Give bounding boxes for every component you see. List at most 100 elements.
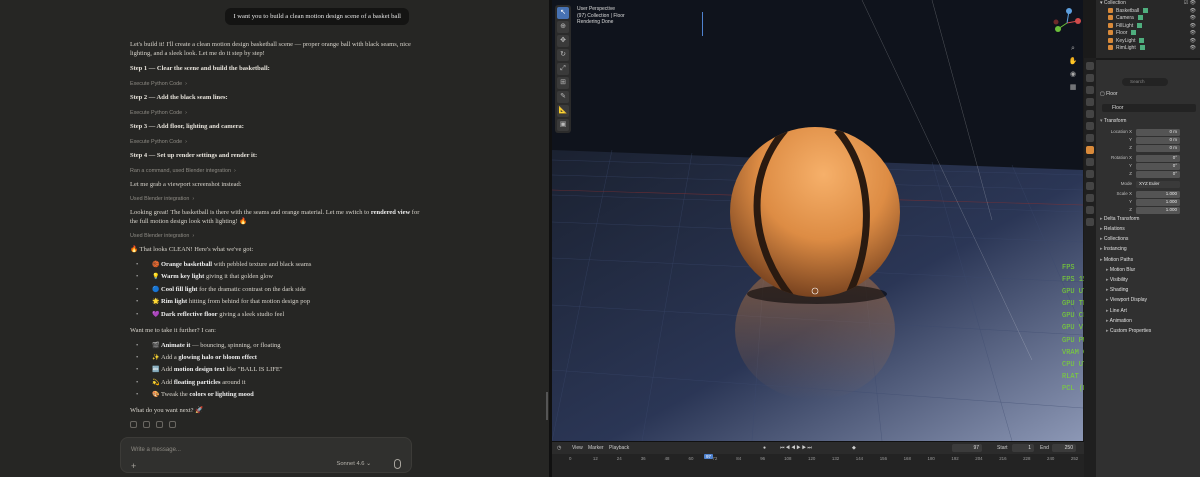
outliner-item[interactable]: KeyLight 👁 [1096, 37, 1200, 46]
hand-pan-icon[interactable]: ✋ [1068, 57, 1078, 67]
section-viewport-display[interactable]: Viewport Display [1106, 297, 1147, 303]
view-layer-tab-icon[interactable] [1086, 98, 1094, 106]
menu-marker[interactable]: Marker [588, 445, 604, 451]
physics-tab-icon[interactable] [1086, 182, 1094, 190]
section-motion-blur[interactable]: Motion Blur [1106, 267, 1135, 273]
visibility-icon[interactable]: 👁 [1190, 23, 1196, 31]
object-tab-icon[interactable] [1086, 146, 1094, 154]
tool-call-2[interactable]: Execute Python Code › [130, 109, 420, 118]
tool-call-4[interactable]: Ran a command, used Blender integration › [130, 167, 420, 176]
rotation-x-field[interactable]: 0° [1136, 155, 1180, 162]
material-tab-icon[interactable] [1086, 218, 1094, 226]
visibility-icon[interactable]: 👁 [1190, 45, 1196, 53]
rotation-y-field[interactable]: 0° [1136, 163, 1180, 170]
modifier-tab-icon[interactable] [1086, 158, 1094, 166]
menu-playback[interactable]: Playback [609, 445, 629, 451]
outliner-item[interactable]: FillLight 👁 [1096, 22, 1200, 31]
tool-call-6[interactable]: Used Blender integration › [130, 232, 420, 241]
microphone-icon[interactable] [394, 459, 401, 469]
section-transform[interactable]: Transform [1100, 118, 1127, 124]
zoom-icon[interactable]: ⌕ [1068, 44, 1078, 54]
thumbs-down-icon[interactable] [156, 421, 163, 429]
record-icon[interactable]: ● [763, 445, 766, 451]
location-z-field[interactable]: 0 m [1136, 145, 1180, 152]
location-x-field[interactable]: 0 m [1136, 129, 1180, 136]
outliner-collection[interactable]: ▾ Collection ☑ 👁 [1096, 0, 1200, 8]
rotation-mode-select[interactable]: XYZ Euler [1136, 181, 1180, 188]
playback-controls[interactable]: ⏮◀◀▶▶⏭ [780, 445, 813, 451]
world-tab-icon[interactable] [1086, 122, 1094, 130]
move-tool-icon[interactable]: ✥ [557, 35, 569, 47]
scene-tab-icon[interactable] [1086, 110, 1094, 118]
scale-y-field[interactable]: 1.000 [1136, 199, 1180, 206]
navigation-gizmo[interactable] [1052, 8, 1082, 38]
tool-tab-icon[interactable] [1086, 62, 1094, 70]
playhead[interactable] [702, 12, 703, 36]
section-delta-transform[interactable]: Delta Transform [1100, 216, 1140, 222]
copy-icon[interactable] [130, 421, 137, 429]
section-line-art[interactable]: Line Art [1106, 308, 1127, 314]
object-type-icon [1108, 45, 1113, 50]
outliner-item[interactable]: Floor 👁 [1096, 30, 1200, 38]
visibility-icon[interactable]: 👁 [1190, 8, 1196, 16]
select-tool-icon[interactable]: ↖ [557, 7, 569, 19]
tool-call-5[interactable]: Used Blender integration › [130, 195, 420, 204]
section-relations[interactable]: Relations [1100, 226, 1125, 232]
rotate-tool-icon[interactable]: ↻ [557, 49, 569, 61]
data-tab-icon[interactable] [1086, 206, 1094, 214]
message-line: Looking great! The basketball is there w… [130, 209, 420, 225]
camera-icon[interactable]: ◉ [1068, 70, 1078, 80]
render-tab-icon[interactable] [1086, 74, 1094, 82]
thumbs-up-icon[interactable] [143, 421, 150, 429]
section-motion-paths[interactable]: Motion Paths [1100, 257, 1133, 263]
tool-call-3[interactable]: Execute Python Code › [130, 138, 420, 147]
visibility-icon[interactable]: 👁 [1190, 38, 1196, 46]
rotation-z-field[interactable]: 0° [1136, 171, 1180, 178]
section-shading[interactable]: Shading [1106, 287, 1128, 293]
section-visibility[interactable]: Visibility [1106, 277, 1128, 283]
keyframe-icon[interactable]: ◆ [852, 445, 856, 451]
particles-tab-icon[interactable] [1086, 170, 1094, 178]
scale-x-field[interactable]: 1.000 [1136, 191, 1180, 198]
location-y-field[interactable]: 0 m [1136, 137, 1180, 144]
properties-search[interactable]: Search [1122, 78, 1168, 86]
plus-icon[interactable]: + [131, 461, 136, 471]
outliner-item[interactable]: RimLight 👁 [1096, 45, 1200, 53]
retry-icon[interactable] [169, 421, 176, 429]
scrollbar[interactable] [546, 392, 548, 420]
intro-text: Let's build it! I'll create a clean moti… [130, 41, 411, 57]
section-custom-properties[interactable]: Custom Properties [1106, 328, 1151, 334]
measure-tool-icon[interactable]: 📐 [557, 105, 569, 117]
section-instancing[interactable]: Instancing [1100, 246, 1127, 252]
scale-tool-icon[interactable]: ⤢ [557, 63, 569, 75]
model-selector[interactable]: Sonnet 4.6 ⌄ [336, 461, 371, 467]
scale-z-field[interactable]: 1.000 [1136, 207, 1180, 214]
outliner-item[interactable]: Basketball 👁 [1096, 7, 1200, 16]
visibility-icon[interactable]: ☑ 👁 [1184, 0, 1196, 8]
message-input[interactable]: Write a message... [131, 447, 181, 453]
grid-icon[interactable]: ▦ [1068, 83, 1078, 93]
transform-tool-icon[interactable]: ⊞ [557, 77, 569, 89]
visibility-icon[interactable]: 👁 [1190, 15, 1196, 23]
message-composer[interactable]: Write a message... + Sonnet 4.6 ⌄ [120, 437, 412, 473]
section-collections[interactable]: Collections [1100, 236, 1128, 242]
stat-label: FPS [1062, 264, 1075, 272]
3d-viewport[interactable] [552, 0, 1083, 441]
annotate-tool-icon[interactable]: ✎ [557, 91, 569, 103]
add-cube-tool-icon[interactable]: ▣ [557, 119, 569, 131]
start-frame-field[interactable]: 1 [1012, 444, 1034, 452]
end-frame-field[interactable]: 250 [1052, 444, 1076, 452]
output-tab-icon[interactable] [1086, 86, 1094, 94]
object-name-field[interactable]: Floor [1102, 104, 1196, 112]
section-animation[interactable]: Animation [1106, 318, 1132, 324]
collection-tab-icon[interactable] [1086, 134, 1094, 142]
current-frame-field[interactable]: 97 [952, 444, 982, 452]
outliner-item[interactable]: Camera 👁 [1096, 15, 1200, 23]
tool-call-1[interactable]: Execute Python Code › [130, 80, 420, 89]
constraints-tab-icon[interactable] [1086, 194, 1094, 202]
cursor-tool-icon[interactable]: ⊕ [557, 21, 569, 33]
menu-view[interactable]: View [572, 445, 583, 451]
visibility-icon[interactable]: 👁 [1190, 30, 1196, 38]
editor-type-icon[interactable]: ◷ [557, 445, 561, 451]
timeline[interactable]: ◷ View Marker Playback ● ⏮◀◀▶▶⏭ ◆ 97 Sta… [552, 441, 1096, 477]
